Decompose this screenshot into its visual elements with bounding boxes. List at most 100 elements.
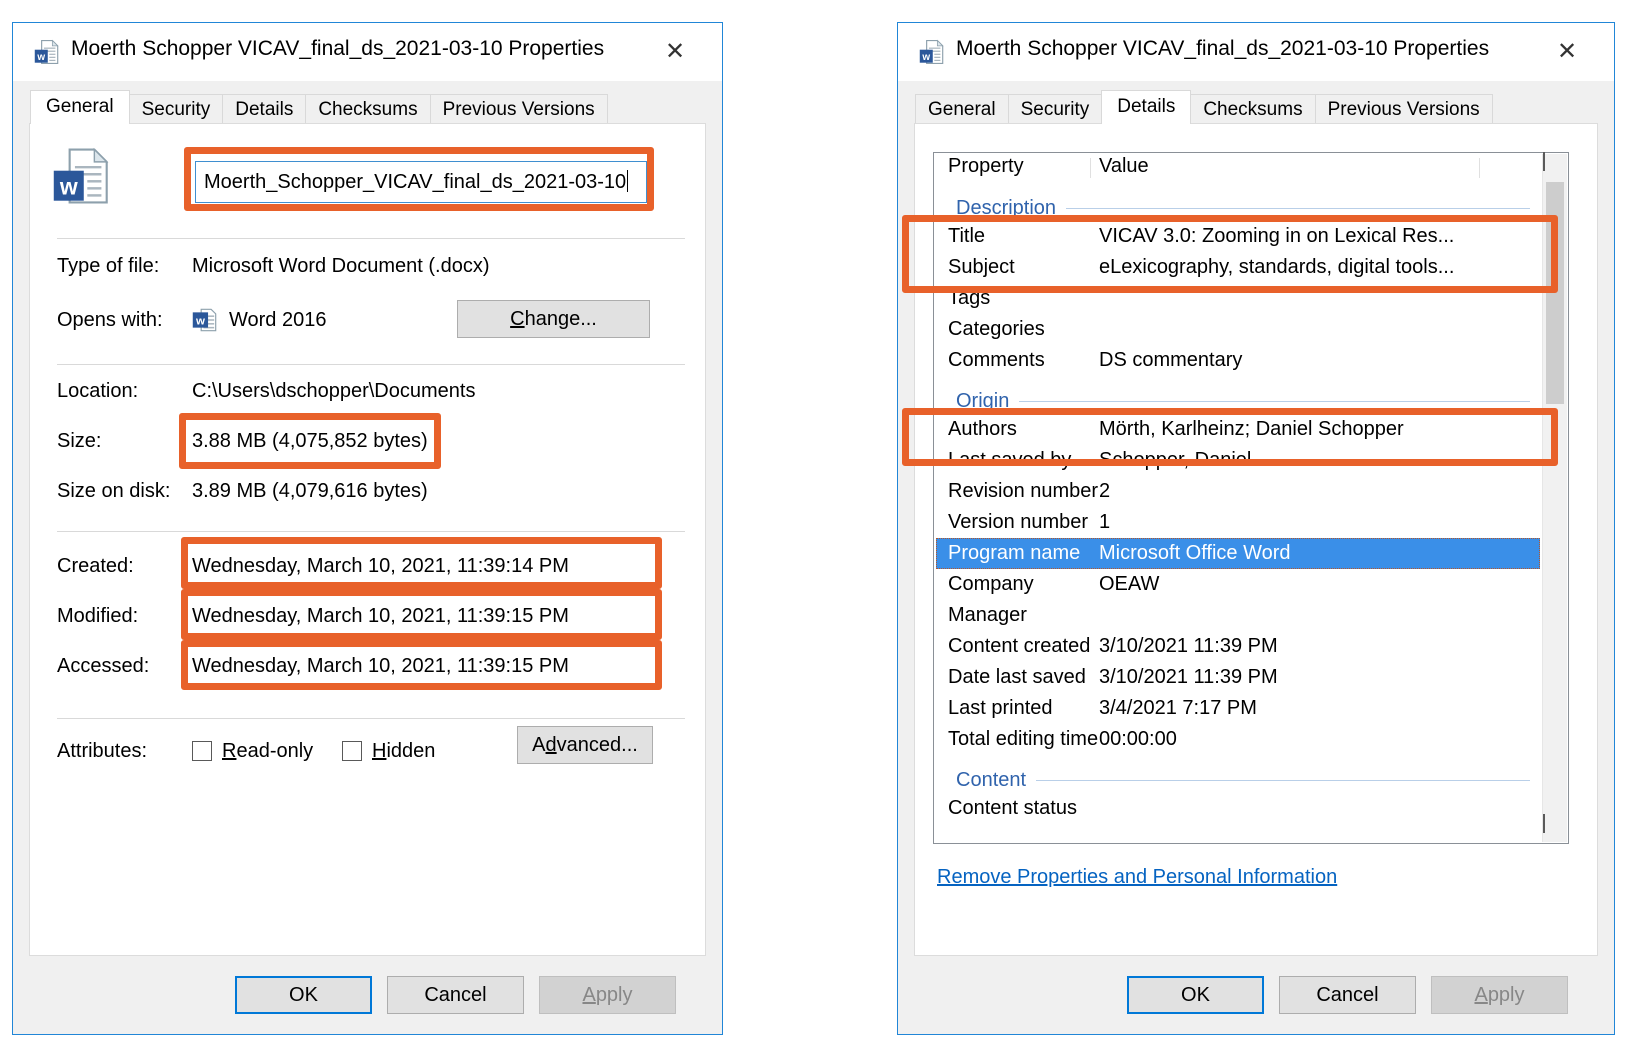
field-value: C:\Users\dschopper\Documents: [192, 378, 475, 404]
button-label: A: [532, 734, 545, 756]
tab-checksums[interactable]: Checksums: [1190, 94, 1315, 123]
close-icon[interactable]: ✕: [658, 35, 692, 69]
property-row-total-editing-time[interactable]: Total editing time00:00:00: [936, 724, 1540, 755]
property-row-title[interactable]: TitleVICAV 3.0: Zooming in on Lexical Re…: [936, 221, 1540, 252]
section-header-content: Content: [936, 755, 1540, 793]
field-label: Created:: [57, 553, 134, 579]
field-label: Location:: [57, 378, 138, 404]
property-row-company[interactable]: CompanyOEAW: [936, 569, 1540, 600]
word-file-icon: w: [919, 39, 945, 65]
opens-with-app: Word 2016: [229, 307, 326, 333]
tab-security[interactable]: Security: [129, 94, 224, 123]
property-name: Authors: [948, 414, 1017, 445]
property-value: Microsoft Office Word: [1099, 538, 1538, 569]
tab-general[interactable]: General: [915, 94, 1009, 123]
property-row-categories[interactable]: Categories: [936, 314, 1540, 345]
read-only-label: Read-only: [222, 738, 313, 764]
field-row-created: Created: Wednesday, March 10, 2021, 11:3…: [57, 553, 685, 579]
property-row-content-created[interactable]: Content created3/10/2021 11:39 PM: [936, 631, 1540, 662]
button-label: C: [510, 308, 524, 330]
field-label: Size:: [57, 428, 101, 454]
close-icon[interactable]: ✕: [1550, 35, 1584, 69]
tab-previous-versions[interactable]: Previous Versions: [1315, 94, 1493, 123]
tab-security[interactable]: Security: [1008, 94, 1103, 123]
property-value: Schopper, Daniel: [1099, 445, 1538, 476]
property-row-version-number[interactable]: Version number1: [936, 507, 1540, 538]
column-divider[interactable]: [1479, 158, 1480, 178]
property-value: 3/4/2021 7:17 PM: [1099, 693, 1538, 724]
scrollbar-thumb[interactable]: [1546, 182, 1564, 404]
cancel-button[interactable]: Cancel: [1279, 976, 1416, 1014]
property-row-content-status[interactable]: Content status: [936, 793, 1540, 824]
property-name: Total editing time: [948, 724, 1098, 755]
checkbox-label: R: [222, 740, 236, 762]
property-value: 00:00:00: [1099, 724, 1538, 755]
tab-checksums[interactable]: Checksums: [305, 94, 430, 123]
field-row-accessed: Accessed: Wednesday, March 10, 2021, 11:…: [57, 653, 685, 679]
property-rows: Description TitleVICAV 3.0: Zooming in o…: [936, 183, 1540, 824]
property-row-authors[interactable]: AuthorsMörth, Karlheinz; Daniel Schopper: [936, 414, 1540, 445]
filename-input[interactable]: Moerth_Schopper_VICAV_final_ds_2021-03-1…: [195, 161, 647, 203]
field-value: Wednesday, March 10, 2021, 11:39:15 PM: [192, 653, 569, 679]
svg-text:w: w: [195, 316, 205, 328]
button-label: A: [1474, 984, 1487, 1006]
property-name: Last printed: [948, 693, 1053, 724]
button-label: hange...: [525, 308, 597, 330]
separator: [57, 718, 685, 719]
properties-dialog-general: w Moerth Schopper VICAV_final_ds_2021-03…: [12, 22, 723, 1035]
apply-button[interactable]: Apply: [1431, 976, 1568, 1014]
cancel-button[interactable]: Cancel: [387, 976, 524, 1014]
section-label: Origin: [956, 388, 1009, 414]
property-value: 3/10/2021 11:39 PM: [1099, 631, 1538, 662]
separator: [57, 238, 685, 239]
tab-previous-versions[interactable]: Previous Versions: [430, 94, 608, 123]
tab-details[interactable]: Details: [222, 94, 306, 123]
tab-strip: General Security Details Checksums Previ…: [915, 90, 1492, 123]
scrollbar[interactable]: [1542, 154, 1567, 842]
column-header-value[interactable]: Value: [1099, 155, 1149, 178]
section-header-description: Description: [936, 183, 1540, 221]
checkbox-label: H: [372, 740, 386, 762]
chevron-up-icon: [1543, 152, 1545, 171]
property-name: Content status: [948, 793, 1077, 824]
tab-details[interactable]: Details: [1101, 90, 1191, 124]
property-row-last-printed[interactable]: Last printed 3/4/2021 7:17 PM: [936, 693, 1540, 724]
ok-button[interactable]: OK: [1127, 976, 1264, 1014]
remove-properties-link[interactable]: Remove Properties and Personal Informati…: [937, 866, 1337, 889]
button-label: pply: [596, 984, 633, 1006]
property-name: Tags: [948, 283, 990, 314]
property-name: Subject: [948, 252, 1015, 283]
ok-button[interactable]: OK: [235, 976, 372, 1014]
section-header-origin: Origin: [936, 376, 1540, 414]
property-row-last-saved-by[interactable]: Last saved bySchopper, Daniel: [936, 445, 1540, 476]
column-header-property[interactable]: Property: [948, 155, 1024, 178]
tab-general[interactable]: General: [30, 90, 130, 124]
scroll-down-button[interactable]: [1543, 816, 1567, 842]
property-row-comments[interactable]: Comments DS commentary: [936, 345, 1540, 376]
property-name: Comments: [948, 345, 1045, 376]
property-row-date-last-saved[interactable]: Date last saved3/10/2021 11:39 PM: [936, 662, 1540, 693]
property-row-program-name-selected[interactable]: Program nameMicrosoft Office Word: [936, 538, 1540, 569]
advanced-button[interactable]: Advanced...: [517, 726, 653, 764]
property-value: DS commentary: [1099, 345, 1538, 376]
apply-button[interactable]: Apply: [539, 976, 676, 1014]
property-name: Title: [948, 221, 985, 252]
field-row-size-on-disk: Size on disk: 3.89 MB (4,079,616 bytes): [57, 478, 685, 504]
text-cursor: [627, 170, 628, 192]
hidden-checkbox[interactable]: [342, 741, 362, 761]
field-row-type-of-file: Type of file: Microsoft Word Document (.…: [57, 253, 685, 279]
property-row-tags[interactable]: Tags: [936, 283, 1540, 314]
separator: [57, 531, 685, 532]
title-bar: w Moerth Schopper VICAV_final_ds_2021-03…: [898, 23, 1614, 81]
column-divider[interactable]: [1090, 158, 1091, 178]
property-row-subject[interactable]: SubjecteLexicography, standards, digital…: [936, 252, 1540, 283]
read-only-checkbox[interactable]: [192, 741, 212, 761]
button-label: d: [546, 734, 557, 756]
property-name: Manager: [948, 600, 1027, 631]
details-tab-page: Property Value Description TitleVICAV 3.…: [914, 123, 1598, 956]
change-button[interactable]: Change...: [457, 300, 650, 338]
property-row-revision-number[interactable]: Revision number2: [936, 476, 1540, 507]
scroll-up-button[interactable]: [1543, 154, 1567, 180]
property-row-manager[interactable]: Manager: [936, 600, 1540, 631]
property-value: 3/10/2021 11:39 PM: [1099, 662, 1538, 693]
